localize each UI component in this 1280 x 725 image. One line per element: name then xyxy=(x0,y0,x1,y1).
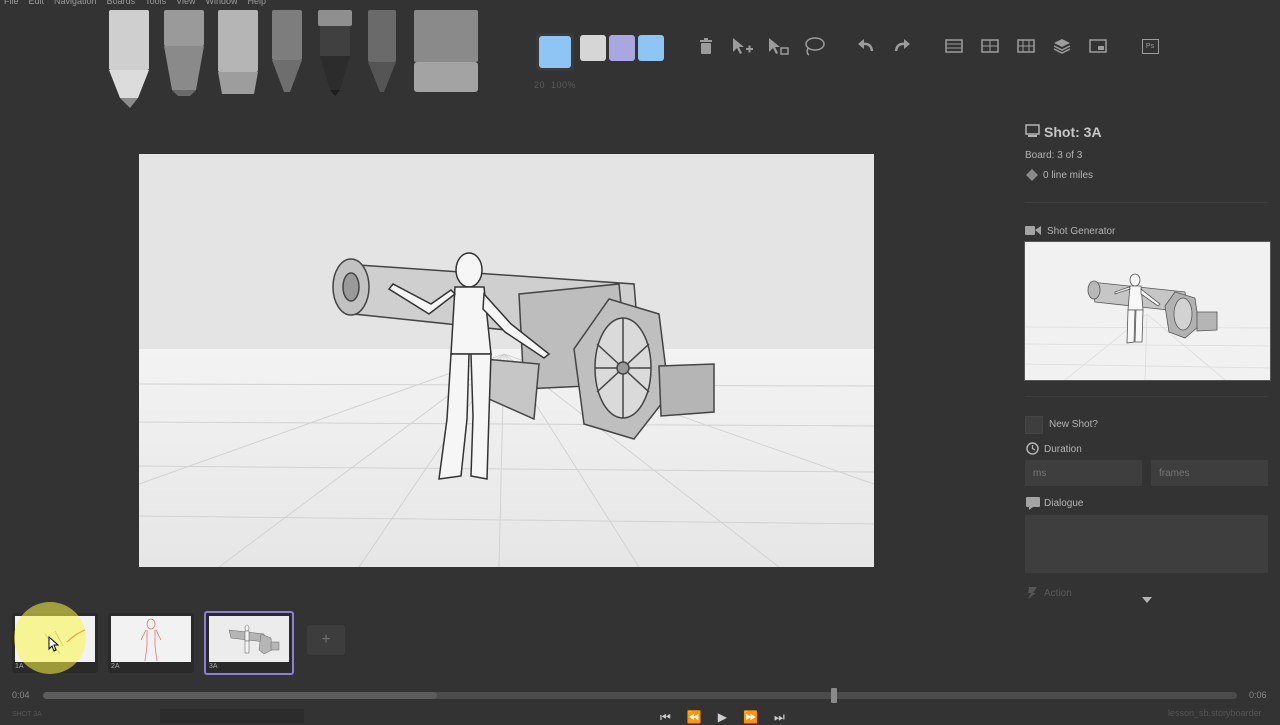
duration-ms-input[interactable] xyxy=(1025,460,1142,486)
transport-controls: ⏮ ⏪ ▶ ⏩ ⏭ xyxy=(660,710,785,725)
active-color-swatch[interactable] xyxy=(539,36,571,68)
board-thumbnail-3a[interactable]: 3A xyxy=(204,611,294,675)
redo-icon[interactable] xyxy=(890,34,914,58)
menu-help[interactable]: Help xyxy=(247,0,266,8)
add-pointer-icon[interactable] xyxy=(730,34,754,58)
action-label: Action xyxy=(1044,588,1072,599)
new-shot-label: New Shot? xyxy=(1049,419,1098,430)
photoshop-icon[interactable]: Ps xyxy=(1138,34,1162,58)
menu-view[interactable]: View xyxy=(176,0,195,8)
view-toggle[interactable] xyxy=(160,709,304,723)
timeline-scrubber[interactable] xyxy=(43,692,1237,699)
action-icon xyxy=(1027,587,1037,602)
board-thumbnail-2a[interactable]: 2A xyxy=(108,613,194,673)
mouse-cursor-icon xyxy=(48,635,60,655)
timeline-start-time: 0:04 xyxy=(12,690,30,700)
play-icon[interactable]: ▶ xyxy=(718,710,727,725)
shot-generator-label: Shot Generator xyxy=(1047,226,1116,237)
move-pointer-icon[interactable] xyxy=(766,34,790,58)
graphite-pencil-icon[interactable] xyxy=(270,10,304,96)
status-shot: SHOT 3A xyxy=(12,711,42,718)
light-pencil-icon[interactable] xyxy=(106,10,152,110)
menu-navigation[interactable]: Navigation xyxy=(54,0,97,8)
menu-tools[interactable]: Tools xyxy=(145,0,166,8)
brush-size: 20 xyxy=(534,80,546,90)
layers-icon[interactable] xyxy=(1050,34,1074,58)
chevron-down-icon[interactable] xyxy=(1142,594,1152,606)
board-3a-image xyxy=(209,616,289,662)
marker-pen-icon[interactable] xyxy=(216,10,260,96)
skip-forward-icon[interactable]: ⏭ xyxy=(774,710,785,725)
speech-bubble-icon xyxy=(1026,497,1040,513)
menu-bar: File Edit Navigation Boards Tools View W… xyxy=(0,0,304,8)
brush-info: 20 100% xyxy=(534,80,576,90)
dialogue-textarea[interactable] xyxy=(1025,515,1268,573)
board-label: 3A xyxy=(209,663,218,670)
lasso-icon[interactable] xyxy=(802,34,826,58)
ink-pen-icon[interactable] xyxy=(316,10,354,96)
dialogue-label: Dialogue xyxy=(1044,498,1084,509)
rewind-icon[interactable]: ⏪ xyxy=(687,710,702,725)
menu-boards[interactable]: Boards xyxy=(107,0,136,8)
diamond-icon xyxy=(1026,169,1038,184)
color-swatch-lavender[interactable] xyxy=(609,35,635,61)
shot-title: Shot: 3A xyxy=(1044,124,1102,140)
panel-divider xyxy=(1025,396,1268,397)
add-board-button[interactable]: + xyxy=(307,625,345,655)
photoshop-label: Ps xyxy=(1141,38,1159,54)
skip-back-icon[interactable]: ⏮ xyxy=(660,710,671,725)
board-label: 1A xyxy=(15,663,24,670)
window-icon[interactable] xyxy=(1086,34,1110,58)
board-2a-image xyxy=(111,616,191,662)
grid-layout-2-icon[interactable] xyxy=(978,34,1002,58)
fast-forward-icon[interactable]: ⏩ xyxy=(743,710,758,725)
scene-illustration xyxy=(139,154,874,567)
new-shot-checkbox[interactable] xyxy=(1025,416,1043,434)
board-label: 2A xyxy=(111,663,120,670)
brush-opacity: 100% xyxy=(551,80,577,90)
color-swatch-gray[interactable] xyxy=(580,35,606,61)
undo-icon[interactable] xyxy=(854,34,878,58)
duration-frames-input[interactable] xyxy=(1151,460,1268,486)
status-filename: lesson_sb.storyboarder xyxy=(1168,708,1262,718)
drawing-canvas[interactable] xyxy=(139,154,874,567)
timeline-playhead[interactable] xyxy=(831,688,837,703)
menu-edit[interactable]: Edit xyxy=(29,0,45,8)
color-swatch-blue[interactable] xyxy=(638,35,664,61)
board-count: Board: 3 of 3 xyxy=(1025,150,1083,161)
duration-label: Duration xyxy=(1044,444,1082,455)
shot-monitor-icon xyxy=(1025,124,1040,141)
trash-icon[interactable] xyxy=(694,34,718,58)
timeline-fill xyxy=(43,692,438,699)
eraser-icon[interactable] xyxy=(412,10,480,96)
eraser-pen-icon[interactable] xyxy=(162,10,206,96)
shot-generator-preview[interactable] xyxy=(1024,241,1271,381)
grid-layout-3-icon[interactable] xyxy=(1014,34,1038,58)
shot-generator-scene xyxy=(1025,242,1270,380)
dark-pencil-icon[interactable] xyxy=(366,10,398,96)
menu-window[interactable]: Window xyxy=(205,0,237,8)
menu-file[interactable]: File xyxy=(4,0,19,8)
panel-divider xyxy=(1025,202,1268,203)
grid-layout-1-icon[interactable] xyxy=(942,34,966,58)
timeline-end-time: 0:06 xyxy=(1249,690,1267,700)
clock-icon xyxy=(1026,442,1039,458)
line-miles: 0 line miles xyxy=(1043,170,1094,181)
camera-icon xyxy=(1025,225,1041,239)
